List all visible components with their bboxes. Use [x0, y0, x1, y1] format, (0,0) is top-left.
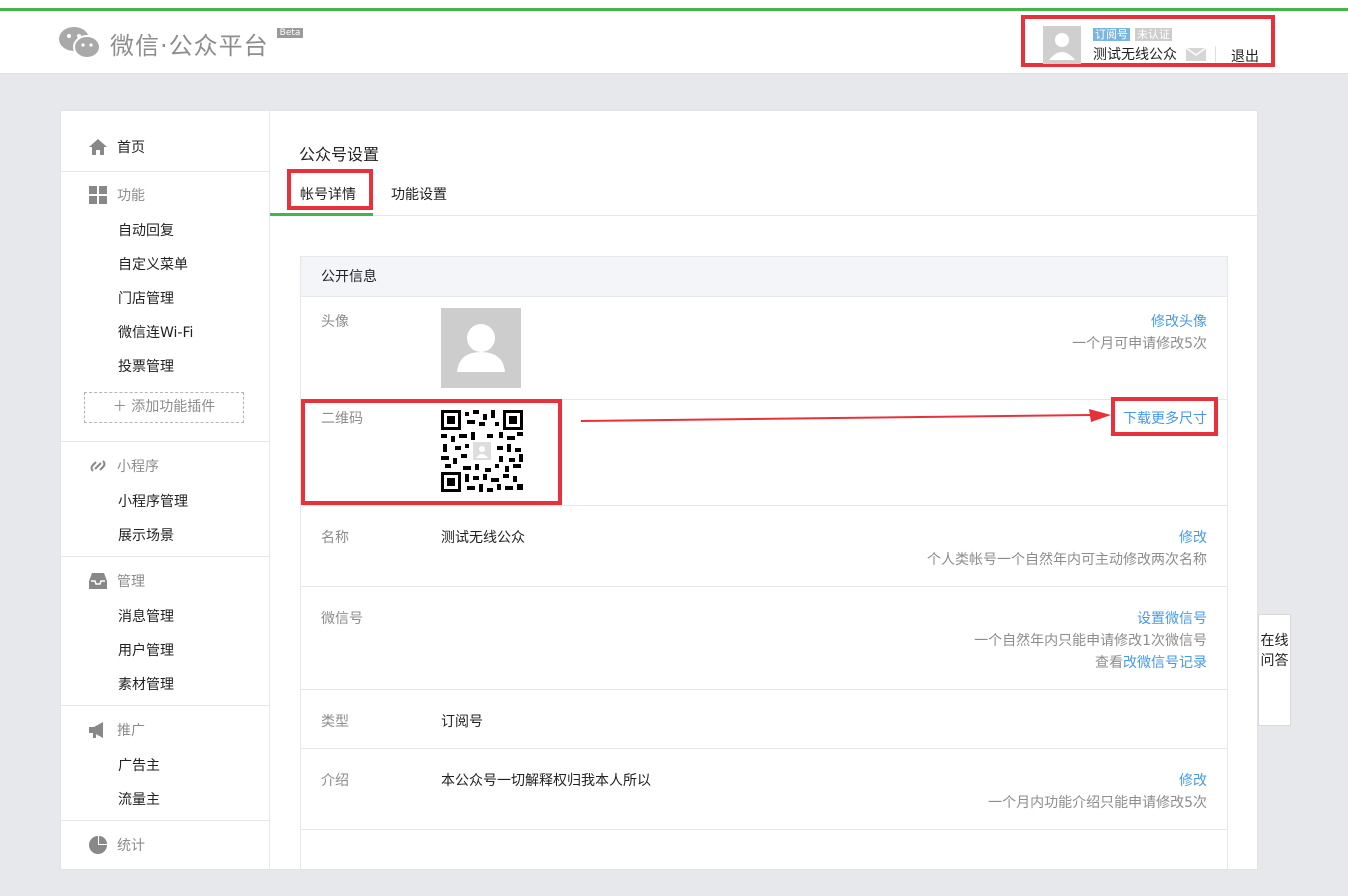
sidebar-item-users[interactable]: 用户管理	[118, 640, 174, 660]
home-icon	[89, 139, 107, 155]
change-intro-link[interactable]: 修改	[1179, 770, 1207, 790]
divider	[301, 505, 1227, 506]
type-label: 类型	[321, 714, 349, 730]
name-value: 测试无线公众	[441, 530, 525, 546]
pie-icon	[89, 836, 107, 854]
logo-text: 微信·公众平台	[110, 31, 269, 60]
sidebar-item-wifi[interactable]: 微信连Wi-Fi	[118, 322, 193, 342]
wechat-id-record: 查看改微信号记录	[1095, 652, 1207, 672]
online-help-button[interactable]: 在线问答	[1258, 614, 1291, 726]
divider	[61, 171, 269, 172]
avatar-label: 头像	[321, 314, 349, 330]
name-label: 名称	[321, 530, 349, 546]
verify-status-badge: 未认证	[1135, 28, 1172, 41]
sidebar-group-label: 管理	[117, 574, 145, 590]
sidebar-item-publisher[interactable]: 流量主	[118, 789, 160, 809]
account-avatar[interactable]	[1043, 26, 1081, 64]
change-avatar-link[interactable]: 修改头像	[1151, 311, 1207, 331]
wechat-logo-icon	[58, 25, 102, 61]
divider	[61, 441, 269, 442]
sidebar-group-label: 统计	[117, 838, 145, 854]
sidebar-group-statistics: 统计	[89, 835, 145, 855]
avatar-tip: 一个月可申请修改5次	[1072, 336, 1207, 352]
change-name-link[interactable]: 修改	[1179, 527, 1207, 547]
highlight-box	[287, 169, 373, 210]
intro-label: 介绍	[321, 773, 349, 789]
divider	[301, 748, 1227, 749]
logout-link[interactable]: 退出	[1231, 46, 1259, 66]
top-strip	[0, 0, 1348, 8]
grid-icon	[89, 186, 107, 204]
panel-title: 公开信息	[301, 257, 1227, 297]
divider	[301, 689, 1227, 690]
content-container: 首页 功能 自动回复 自定义菜单 门店管理 微信连Wi-Fi 投票管理 ＋ 添加…	[60, 110, 1258, 896]
tabs-divider	[270, 215, 1258, 216]
sidebar-group-manage: 管理	[89, 571, 145, 591]
arrow-annotation	[581, 409, 1111, 422]
sidebar-group-features: 功能	[89, 185, 145, 205]
sidebar-item-miniprogram-manage[interactable]: 小程序管理	[118, 491, 188, 511]
sidebar-group-promotion: 推广	[89, 720, 145, 740]
sidebar-item-auto-reply[interactable]: 自动回复	[118, 220, 174, 240]
account-info: 订阅号 未认证 测试无线公众 退出	[1021, 15, 1275, 67]
sidebar-item-home[interactable]: 首页	[89, 137, 145, 157]
highlight-box	[1111, 397, 1218, 436]
page-title: 公众号设置	[299, 145, 380, 164]
sidebar-group-label: 小程序	[117, 459, 159, 475]
intro-tip: 一个月内功能介绍只能申请修改5次	[988, 795, 1207, 811]
sidebar-item-display-scene[interactable]: 展示场景	[118, 525, 174, 545]
sidebar-item-vote[interactable]: 投票管理	[118, 356, 174, 376]
divider	[301, 586, 1227, 587]
sidebar-item-custom-menu[interactable]: 自定义菜单	[118, 254, 188, 274]
divider	[61, 705, 269, 706]
active-tab-indicator	[270, 213, 373, 216]
sidebar-item-advertiser[interactable]: 广告主	[118, 755, 160, 775]
sidebar-item-materials[interactable]: 素材管理	[118, 674, 174, 694]
divider	[61, 556, 269, 557]
name-tip: 个人类帐号一个自然年内可主动修改两次名称	[927, 552, 1207, 568]
public-info-panel: 公开信息 头像 修改头像 一个月可申请修改5次 二维码 下载更多尺寸 名称 测试…	[300, 256, 1228, 896]
highlight-box	[301, 399, 562, 505]
sidebar-item-messages[interactable]: 消息管理	[118, 606, 174, 626]
add-plugin-label: 添加功能插件	[131, 399, 216, 415]
tab-function-settings[interactable]: 功能设置	[391, 184, 447, 204]
wechat-id-label: 微信号	[321, 611, 363, 627]
account-name[interactable]: 测试无线公众	[1093, 44, 1177, 64]
account-type-badge: 订阅号	[1093, 28, 1130, 41]
wechat-id-record-link[interactable]: 改微信号记录	[1123, 655, 1207, 671]
megaphone-icon	[89, 722, 103, 738]
link-icon	[90, 460, 106, 472]
beta-badge: Beta	[276, 28, 304, 38]
record-prefix: 查看	[1095, 655, 1123, 671]
add-plugin-button[interactable]: ＋ 添加功能插件	[84, 392, 244, 423]
main-content: 公众号设置 帐号详情 功能设置 公开信息 头像 修改头像 一个月可申请修改5次 …	[270, 111, 1258, 896]
sidebar-group-label: 功能	[117, 188, 145, 204]
sidebar-item-label: 首页	[117, 140, 145, 156]
inbox-icon	[89, 573, 107, 589]
sidebar-item-store[interactable]: 门店管理	[118, 288, 174, 308]
logo[interactable]: 微信·公众平台 Beta	[58, 25, 304, 61]
avatar	[441, 308, 521, 388]
set-wechat-id-link[interactable]: 设置微信号	[1137, 608, 1207, 628]
mail-icon[interactable]	[1185, 47, 1207, 61]
sidebar-group-miniprogram: 小程序	[89, 456, 159, 476]
sidebar-group-label: 推广	[117, 723, 145, 739]
intro-value: 本公众号一切解释权归我本人所以	[441, 773, 651, 789]
header: 微信·公众平台 Beta 订阅号 未认证 测试无线公众 退出	[0, 11, 1348, 74]
type-value: 订阅号	[441, 714, 483, 730]
divider	[1215, 46, 1216, 62]
divider	[301, 829, 1227, 830]
divider	[61, 820, 269, 821]
sidebar: 首页 功能 自动回复 自定义菜单 门店管理 微信连Wi-Fi 投票管理 ＋ 添加…	[61, 111, 270, 871]
wechat-id-tip: 一个自然年内只能申请修改1次微信号	[974, 633, 1207, 649]
